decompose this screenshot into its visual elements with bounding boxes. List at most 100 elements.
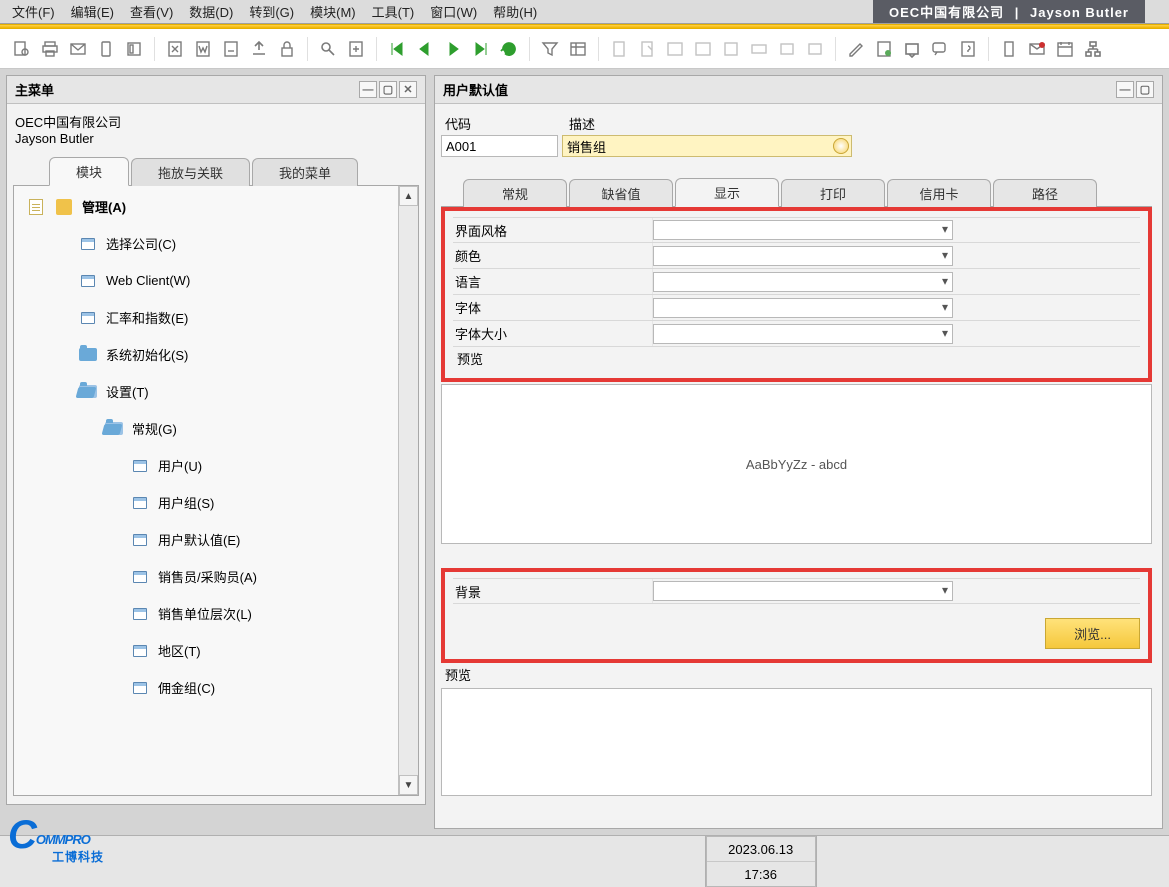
tree-item-system-init[interactable]: 系统初始化(S) bbox=[18, 336, 398, 373]
tb-print-icon[interactable] bbox=[38, 37, 62, 61]
tab-modules[interactable]: 模块 bbox=[49, 157, 129, 186]
tab-drag-drop[interactable]: 拖放与关联 bbox=[131, 158, 250, 186]
tb-find-icon[interactable] bbox=[316, 37, 340, 61]
tb-messages-icon[interactable] bbox=[1025, 37, 1049, 61]
tree-item-user-defaults[interactable]: 用户默认值(E) bbox=[18, 521, 398, 558]
tb-add-icon[interactable] bbox=[344, 37, 368, 61]
menu-edit[interactable]: 编辑(E) bbox=[63, 0, 122, 23]
select-font[interactable] bbox=[653, 298, 953, 318]
window-icon bbox=[130, 532, 150, 548]
tb-lock-icon[interactable] bbox=[275, 37, 299, 61]
tb-query-icon[interactable] bbox=[956, 37, 980, 61]
tb-preview-icon[interactable] bbox=[10, 37, 34, 61]
tree-item-user-groups[interactable]: 用户组(S) bbox=[18, 484, 398, 521]
tb-fax-icon[interactable] bbox=[122, 37, 146, 61]
label-background: 背景 bbox=[453, 579, 653, 603]
subtab-creditcard[interactable]: 信用卡 bbox=[887, 179, 991, 207]
tb-last-icon[interactable] bbox=[469, 37, 493, 61]
menu-file[interactable]: 文件(F) bbox=[4, 0, 63, 23]
select-language[interactable] bbox=[653, 272, 953, 292]
tab-my-menu[interactable]: 我的菜单 bbox=[252, 158, 358, 186]
maximize-button[interactable]: ▢ bbox=[379, 81, 397, 98]
status-area: 2023.06.13 17:36 COMMPRO 工博科技 bbox=[0, 835, 1169, 887]
tree-item-setup[interactable]: 设置(T) bbox=[18, 373, 398, 410]
company-name: OEC中国有限公司 bbox=[13, 110, 419, 131]
tree-item-admin[interactable]: 管理(A) bbox=[18, 188, 398, 225]
tree-item-sales-buyer[interactable]: 销售员/采购员(A) bbox=[18, 558, 398, 595]
tb-refresh-icon[interactable] bbox=[497, 37, 521, 61]
menu-modules[interactable]: 模块(M) bbox=[302, 0, 364, 23]
minimize-button[interactable]: — bbox=[359, 81, 377, 98]
description-field[interactable] bbox=[562, 135, 852, 157]
tb-filter-icon[interactable] bbox=[538, 37, 562, 61]
scroll-down-button[interactable]: ▼ bbox=[399, 775, 418, 795]
minimize-button[interactable]: — bbox=[1116, 81, 1134, 98]
select-color[interactable] bbox=[653, 246, 953, 266]
user-defaults-title-bar: 用户默认值 — ▢ bbox=[435, 76, 1162, 104]
tree-scrollbar[interactable]: ▲ ▼ bbox=[398, 186, 418, 795]
tb-launch-icon[interactable] bbox=[247, 37, 271, 61]
tb-pdf-icon[interactable] bbox=[219, 37, 243, 61]
tb-sms-icon[interactable] bbox=[94, 37, 118, 61]
tb-branches-icon[interactable] bbox=[1081, 37, 1105, 61]
background-preview bbox=[441, 688, 1152, 796]
menu-help[interactable]: 帮助(H) bbox=[485, 0, 545, 23]
tb-journal-icon[interactable] bbox=[719, 37, 743, 61]
tb-doc1-icon[interactable] bbox=[607, 37, 631, 61]
menu-data[interactable]: 数据(D) bbox=[181, 0, 241, 23]
status-date: 2023.06.13 bbox=[707, 837, 815, 862]
tree-item-exchange-rates[interactable]: 汇率和指数(E) bbox=[18, 299, 398, 336]
subtab-display[interactable]: 显示 bbox=[675, 178, 779, 207]
toolbar bbox=[0, 29, 1169, 69]
tb-layout-icon[interactable] bbox=[844, 37, 868, 61]
tree-item-users[interactable]: 用户(U) bbox=[18, 447, 398, 484]
tb-prev-icon[interactable] bbox=[413, 37, 437, 61]
menu-tools[interactable]: 工具(T) bbox=[364, 0, 423, 23]
tree-item-territories[interactable]: 地区(T) bbox=[18, 632, 398, 669]
tree-item-commission-groups[interactable]: 佣金组(C) bbox=[18, 669, 398, 706]
font-preview: AaBbYyZz - abcd bbox=[441, 384, 1152, 544]
tb-base-icon[interactable] bbox=[663, 37, 687, 61]
subtab-defaults[interactable]: 缺省值 bbox=[569, 179, 673, 207]
scroll-up-button[interactable]: ▲ bbox=[399, 186, 418, 206]
subtab-print[interactable]: 打印 bbox=[781, 179, 885, 207]
tb-mail-icon[interactable] bbox=[66, 37, 90, 61]
tb-sort-icon[interactable] bbox=[566, 37, 590, 61]
folder-open-icon bbox=[104, 421, 124, 437]
menu-goto[interactable]: 转到(G) bbox=[241, 0, 302, 23]
tb-doc2-icon[interactable] bbox=[635, 37, 659, 61]
select-font-size[interactable] bbox=[653, 324, 953, 344]
tb-udf-icon[interactable] bbox=[900, 37, 924, 61]
close-button[interactable]: ✕ bbox=[399, 81, 417, 98]
subtab-general[interactable]: 常规 bbox=[463, 179, 567, 207]
tb-next-icon[interactable] bbox=[441, 37, 465, 61]
select-background[interactable] bbox=[653, 581, 953, 601]
folder-closed-icon bbox=[78, 347, 98, 363]
maximize-button[interactable]: ▢ bbox=[1136, 81, 1154, 98]
tb-context-icon[interactable] bbox=[997, 37, 1021, 61]
tb-translate-icon[interactable] bbox=[928, 37, 952, 61]
tb-target-icon[interactable] bbox=[691, 37, 715, 61]
tb-excel-icon[interactable] bbox=[163, 37, 187, 61]
user-defaults-panel: 用户默认值 — ▢ 代码 描述 常规 缺省值 显示 打印 bbox=[434, 75, 1163, 829]
tb-word-icon[interactable] bbox=[191, 37, 215, 61]
tree-item-sales-units[interactable]: 销售单位层次(L) bbox=[18, 595, 398, 632]
tree-item-web-client[interactable]: Web Client(W) bbox=[18, 262, 398, 299]
window-icon bbox=[78, 310, 98, 326]
code-field[interactable] bbox=[441, 135, 558, 157]
subtab-path[interactable]: 路径 bbox=[993, 179, 1097, 207]
status-datetime: 2023.06.13 17:36 bbox=[706, 836, 816, 887]
menu-view[interactable]: 查看(V) bbox=[122, 0, 181, 23]
tree-item-choose-company[interactable]: 选择公司(C) bbox=[18, 225, 398, 262]
tb-first-icon[interactable] bbox=[385, 37, 409, 61]
tb-volume-icon[interactable] bbox=[775, 37, 799, 61]
tree-item-general[interactable]: 常规(G) bbox=[18, 410, 398, 447]
menu-window[interactable]: 窗口(W) bbox=[422, 0, 485, 23]
select-skin-style[interactable] bbox=[653, 220, 953, 240]
picker-icon[interactable] bbox=[833, 138, 849, 154]
tb-gross-icon[interactable] bbox=[803, 37, 827, 61]
tb-calendar-icon[interactable] bbox=[1053, 37, 1077, 61]
tb-form-icon[interactable] bbox=[872, 37, 896, 61]
tb-payment-icon[interactable] bbox=[747, 37, 771, 61]
browse-button[interactable]: 浏览... bbox=[1045, 618, 1140, 649]
